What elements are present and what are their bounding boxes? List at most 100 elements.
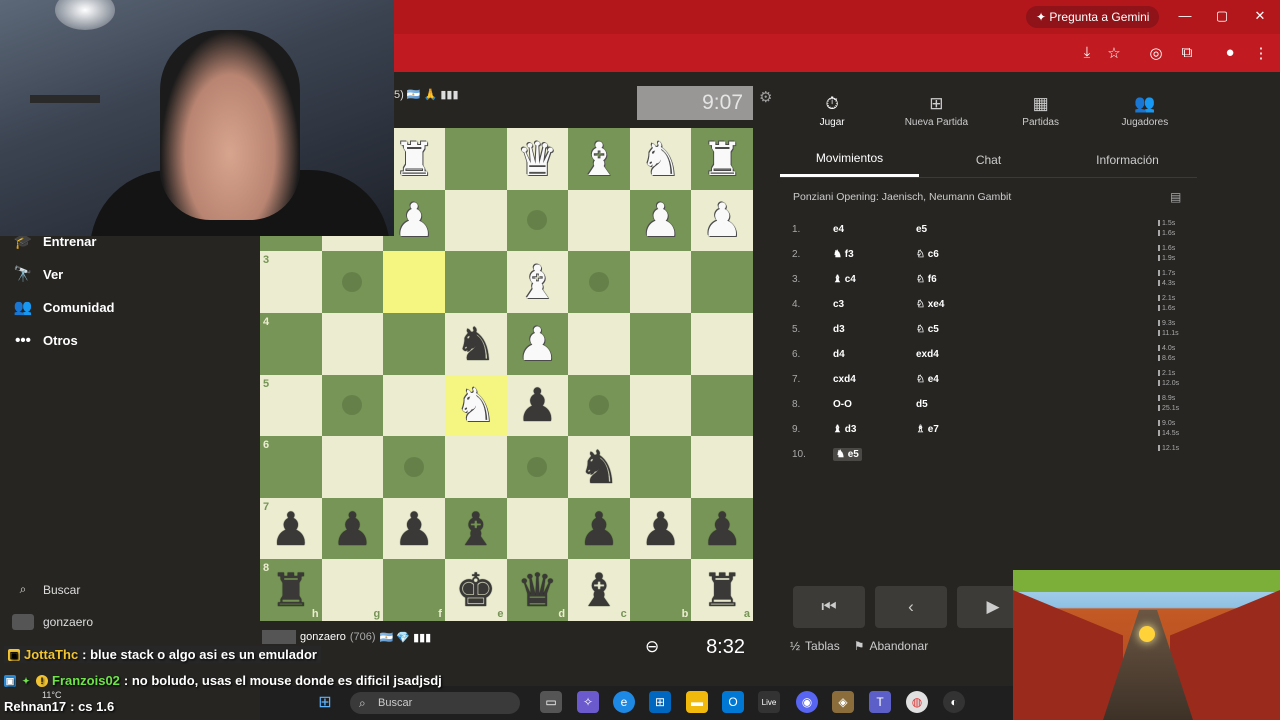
legal-move-dot[interactable]: [588, 395, 609, 416]
close-icon[interactable]: ✕: [1250, 8, 1270, 24]
copilot-icon[interactable]: ✧: [577, 691, 599, 713]
board-square[interactable]: [321, 436, 384, 498]
board-square[interactable]: b: [629, 559, 692, 621]
black-king-icon[interactable]: ♚: [455, 567, 496, 613]
board-square[interactable]: [444, 128, 507, 190]
tab-partidas[interactable]: ▦ Partidas: [989, 86, 1093, 136]
resign-button[interactable]: ⚑ Abandonar: [854, 639, 928, 653]
previous-move-button[interactable]: ‹: [875, 586, 947, 628]
board-square[interactable]: [383, 312, 445, 375]
board-square[interactable]: ♟: [629, 189, 692, 252]
board-square[interactable]: [444, 251, 507, 313]
white-move[interactable]: e4: [833, 224, 844, 235]
black-pawn-icon[interactable]: ♟: [393, 506, 434, 552]
board-square[interactable]: [629, 374, 692, 437]
file-explorer-icon[interactable]: ▬: [686, 691, 708, 713]
store-icon[interactable]: ⊞: [649, 691, 671, 713]
board-square[interactable]: [691, 251, 753, 313]
board-square[interactable]: ♟: [506, 312, 569, 375]
tab-jugar[interactable]: ⏱ Jugar: [780, 86, 884, 136]
legal-move-dot[interactable]: [404, 456, 425, 477]
board-square[interactable]: [568, 312, 630, 375]
white-move[interactable]: c3: [833, 299, 844, 310]
black-move[interactable]: ♘ c5: [916, 324, 939, 335]
white-queen-icon[interactable]: ♛: [517, 136, 558, 182]
board-square[interactable]: 8 h ♜: [260, 559, 322, 621]
board-square[interactable]: ♞: [629, 128, 692, 190]
taskbar-search[interactable]: ⌕ Buscar: [350, 692, 520, 714]
white-move[interactable]: d4: [833, 349, 845, 360]
board-square[interactable]: c ♝: [568, 559, 630, 621]
board-square[interactable]: ♞: [568, 436, 630, 498]
outlook-icon[interactable]: O: [722, 691, 744, 713]
white-move[interactable]: ♝ d3: [833, 424, 856, 435]
board-square[interactable]: ♝: [506, 251, 569, 313]
black-move[interactable]: ♗ e7: [916, 424, 939, 435]
board-square[interactable]: [568, 251, 630, 313]
board-square[interactable]: 5: [260, 374, 322, 437]
black-pawn-icon[interactable]: ♟: [640, 506, 681, 552]
sidebar-item-ver[interactable]: 🔭 Ver: [12, 262, 64, 286]
black-pawn-icon[interactable]: ♟: [578, 506, 619, 552]
black-pawn-icon[interactable]: ♟: [332, 506, 373, 552]
incognito-icon[interactable]: ◎: [1146, 44, 1166, 62]
board-square[interactable]: ♝: [444, 497, 507, 560]
board-square[interactable]: ♟: [568, 497, 630, 560]
windows-start-icon[interactable]: ⊞: [314, 691, 336, 713]
black-move[interactable]: ♘ e4: [916, 374, 939, 385]
menu-dots-icon[interactable]: ⋮: [1251, 44, 1271, 62]
black-pawn-icon[interactable]: ♟: [517, 382, 558, 428]
board-square[interactable]: [691, 436, 753, 498]
board-square[interactable]: 7 ♟: [260, 497, 322, 560]
live-icon[interactable]: Live: [758, 691, 780, 713]
black-rook-icon[interactable]: ♜: [270, 567, 311, 613]
board-square[interactable]: ♜: [691, 128, 753, 190]
sidebar-user[interactable]: gonzaero: [12, 614, 93, 630]
black-move[interactable]: ♘ c6: [916, 249, 939, 260]
white-pawn-icon[interactable]: ♟: [702, 197, 743, 243]
white-move[interactable]: O-O: [833, 399, 852, 410]
sidebar-item-comunidad[interactable]: 👥 Comunidad: [12, 295, 115, 319]
board-square[interactable]: ♟: [629, 497, 692, 560]
board-square[interactable]: e ♚: [444, 559, 507, 621]
black-move[interactable]: d5: [916, 399, 928, 410]
board-square[interactable]: ♛: [506, 128, 569, 190]
white-move[interactable]: ♞ f3: [833, 249, 854, 260]
bookmark-star-icon[interactable]: ☆: [1104, 44, 1124, 62]
board-square[interactable]: [506, 189, 569, 252]
sidebar-search[interactable]: ⌕ Buscar: [12, 582, 81, 597]
board-square[interactable]: [506, 497, 569, 560]
board-square[interactable]: ♟: [506, 374, 569, 437]
white-move[interactable]: ♝ c4: [833, 274, 856, 285]
board-square[interactable]: [568, 189, 630, 252]
profile-avatar-icon[interactable]: ●: [1220, 44, 1240, 61]
legal-move-dot[interactable]: [342, 272, 363, 293]
gemini-button[interactable]: ✦ Pregunta a Gemini: [1026, 6, 1160, 28]
white-knight-icon[interactable]: ♞: [640, 136, 681, 182]
board-square[interactable]: [629, 312, 692, 375]
draw-button[interactable]: ½ Tablas: [790, 639, 840, 653]
teams-icon[interactable]: T: [869, 691, 891, 713]
black-move[interactable]: exd4: [916, 349, 939, 360]
tab-jugadores[interactable]: 👥 Jugadores: [1093, 86, 1197, 136]
board-square[interactable]: 4: [260, 312, 322, 375]
board-square[interactable]: [383, 374, 445, 437]
tab-nueva-partida[interactable]: ⊞ Nueva Partida: [884, 86, 988, 136]
board-square[interactable]: ♟: [691, 497, 753, 560]
board-square[interactable]: [629, 251, 692, 313]
task-view-icon[interactable]: ▭: [540, 691, 562, 713]
edge-icon[interactable]: e: [613, 691, 635, 713]
black-move[interactable]: ♘ f6: [916, 274, 937, 285]
book-icon[interactable]: ▤: [1170, 190, 1181, 204]
board-square[interactable]: [568, 374, 630, 437]
legal-move-dot[interactable]: [588, 272, 609, 293]
board-square[interactable]: 3: [260, 251, 322, 313]
black-pawn-icon[interactable]: ♟: [702, 506, 743, 552]
maximize-icon[interactable]: ▢: [1212, 8, 1232, 24]
legal-move-dot[interactable]: [342, 395, 363, 416]
app-icon[interactable]: ◈: [832, 691, 854, 713]
board-square[interactable]: [383, 251, 445, 313]
board-square[interactable]: [444, 436, 507, 498]
board-square[interactable]: [321, 374, 384, 437]
extensions-icon[interactable]: ⧉: [1177, 44, 1197, 61]
